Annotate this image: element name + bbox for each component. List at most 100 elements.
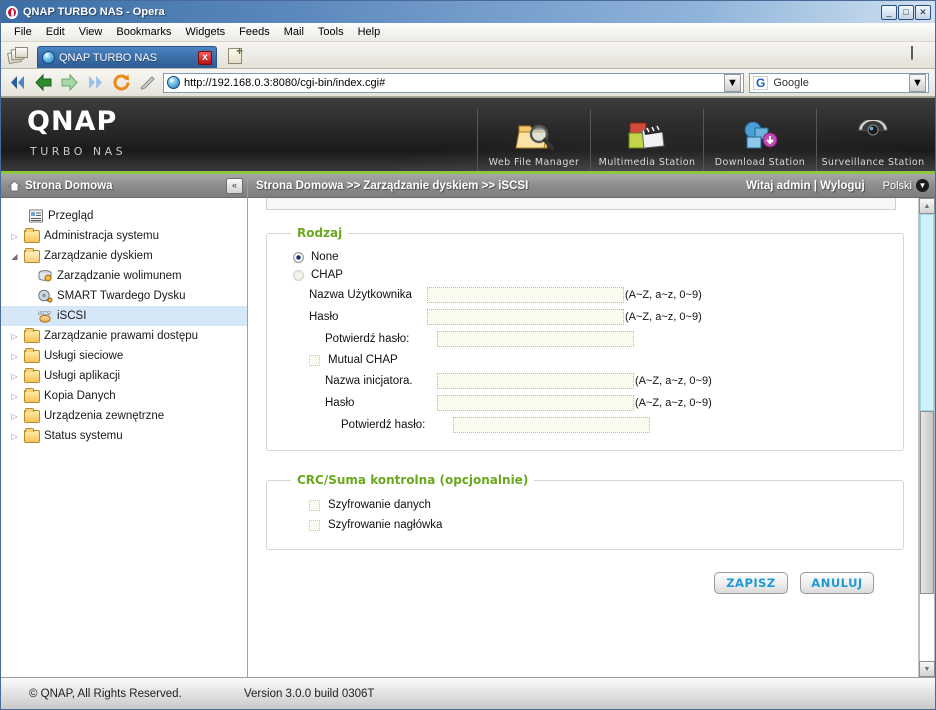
brand-tagline: TURBO NAS <box>30 145 127 158</box>
radio-option-none[interactable]: None <box>279 248 891 266</box>
folder-icon <box>24 367 40 383</box>
menu-item-widgets[interactable]: Widgets <box>178 24 232 40</box>
iscsi-icon: iSCSI <box>37 309 53 323</box>
data-digest-checkbox[interactable] <box>309 499 320 511</box>
trash-icon[interactable] <box>911 46 925 63</box>
chevron-right-icon[interactable]: ▷ <box>9 351 20 362</box>
tab-close-icon[interactable]: x <box>198 50 212 65</box>
menu-item-view[interactable]: View <box>72 24 110 40</box>
scroll-up-button[interactable]: ▲ <box>919 198 935 214</box>
qnap-banner: QNAP TURBO NAS Web File Manager Multimed… <box>1 98 935 174</box>
menu-item-bookmarks[interactable]: Bookmarks <box>109 24 178 40</box>
radio-none-icon[interactable] <box>293 251 304 263</box>
scrolled-above-section <box>266 198 896 210</box>
scrollbar-thumb[interactable] <box>920 410 934 594</box>
scroll-down-button[interactable]: ▼ <box>919 661 935 677</box>
address-dropdown-icon[interactable]: ▼ <box>724 73 741 92</box>
overview-icon <box>28 209 44 223</box>
sidebar-item-zarzadzanie-dyskiem[interactable]: ◢ Zarządzanie dyskiem <box>1 246 247 266</box>
new-tab-icon[interactable]: + <box>225 45 247 67</box>
radio-chap-icon[interactable] <box>293 269 304 281</box>
chevron-right-icon[interactable]: ▷ <box>9 371 20 382</box>
rewind-icon[interactable] <box>7 72 28 93</box>
browser-tab-qnap[interactable]: QNAP TURBO NAS x <box>37 46 217 68</box>
sidebar-item-zarzadzanie-prawami-dostepu[interactable]: ▷ Zarządzanie prawami dostępu <box>1 326 247 346</box>
app-web-file-manager[interactable]: Web File Manager <box>477 109 590 171</box>
page-favicon <box>167 76 180 89</box>
scrollbar-highlight <box>920 214 934 411</box>
menu-item-feeds[interactable]: Feeds <box>232 24 277 40</box>
search-dropdown-icon[interactable]: ▼ <box>909 73 926 92</box>
chevron-right-icon[interactable]: ▷ <box>9 231 20 242</box>
app-multimedia-station[interactable]: Multimedia Station <box>590 109 703 171</box>
password-input[interactable] <box>427 309 624 325</box>
menu-item-help[interactable]: Help <box>351 24 388 40</box>
sidebar-item-iscsi[interactable]: iSCSI iSCSI <box>1 306 247 326</box>
language-selector[interactable]: Polski ▼ <box>883 179 929 192</box>
sidebar-item-kopia-danych[interactable]: ▷ Kopia Danych <box>1 386 247 406</box>
minimize-button[interactable]: _ <box>881 4 897 20</box>
forward-icon[interactable] <box>59 72 80 93</box>
field-row-mutual-confirm-password: Potwierdź hasło: <box>279 414 891 436</box>
sidebar-item-przeglad[interactable]: Przegląd <box>1 206 247 226</box>
fast-forward-icon[interactable] <box>85 72 106 93</box>
menu-item-tools[interactable]: Tools <box>311 24 351 40</box>
mutual-chap-row[interactable]: Mutual CHAP <box>279 350 891 370</box>
qnap-logo: QNAP <box>27 106 118 137</box>
reload-icon[interactable] <box>111 72 132 93</box>
chevron-right-icon[interactable]: ▷ <box>9 411 20 422</box>
page-footer: © QNAP, All Rights Reserved. Version 3.0… <box>1 677 935 709</box>
search-field[interactable]: G Google ▼ <box>749 72 929 93</box>
header-digest-checkbox[interactable] <box>309 519 320 531</box>
chevron-right-icon[interactable]: ▷ <box>9 331 20 342</box>
initiator-name-input[interactable] <box>437 373 634 389</box>
save-button[interactable]: ZAPISZ <box>714 572 788 594</box>
crc-data-digest-row[interactable]: Szyfrowanie danych <box>279 495 891 515</box>
mutual-chap-checkbox[interactable] <box>309 354 320 366</box>
chevron-right-icon[interactable]: ▷ <box>9 391 20 402</box>
content-scrollbar[interactable]: ▲ ▼ <box>918 198 935 677</box>
opera-icon <box>5 5 19 19</box>
menu-item-edit[interactable]: Edit <box>39 24 72 40</box>
username-input[interactable] <box>427 287 624 303</box>
scrollbar-track[interactable] <box>919 214 935 661</box>
app-surveillance-station[interactable]: Surveillance Station <box>816 109 929 171</box>
cancel-button[interactable]: ANULUJ <box>800 572 874 594</box>
menubar: File Edit View Bookmarks Widgets Feeds M… <box>1 23 935 42</box>
chevron-right-icon[interactable]: ▷ <box>9 431 20 442</box>
radio-option-chap[interactable]: CHAP <box>279 266 891 284</box>
field-row-initiator-name: Nazwa inicjatora. (A~Z, a~z, 0~9) <box>279 370 891 392</box>
sidebar-item-uslugi-sieciowe[interactable]: ▷ Usługi sieciowe <box>1 346 247 366</box>
sidebar-item-urzadzenia-zewnetrzne[interactable]: ▷ Urządzenia zewnętrzne <box>1 406 247 426</box>
crc-header-digest-row[interactable]: Szyfrowanie nagłówka <box>279 515 891 535</box>
username-hint: (A~Z, a~z, 0~9) <box>625 289 702 301</box>
close-button[interactable]: ✕ <box>915 4 931 20</box>
sidebar-item-zarzadzanie-wolimunem[interactable]: Zarządzanie wolimunem <box>1 266 247 286</box>
sidebar-header: Strona Domowa « <box>1 174 247 198</box>
app-download-station[interactable]: Download Station <box>703 109 816 171</box>
window-titlebar: QNAP TURBO NAS - Opera _ □ ✕ <box>1 1 935 23</box>
welcome-logout[interactable]: Witaj admin | Wyloguj <box>746 180 865 192</box>
tab-stack-icon[interactable] <box>7 44 33 66</box>
sidebar-item-smart-twardego-dysku[interactable]: SMART Twardego Dysku <box>1 286 247 306</box>
address-bar-field[interactable]: http://192.168.0.3:8080/cgi-bin/index.cg… <box>163 72 744 93</box>
sidebar-item-status-systemu[interactable]: ▷ Status systemu <box>1 426 247 446</box>
sidebar-item-uslugi-aplikacji[interactable]: ▷ Usługi aplikacji <box>1 366 247 386</box>
breadcrumb: Strona Domowa >> Zarządzanie dyskiem >> … <box>256 179 529 192</box>
home-icon <box>7 179 22 192</box>
password-label: Hasło <box>309 311 339 323</box>
smart-disk-icon <box>37 289 53 303</box>
back-icon[interactable] <box>33 72 54 93</box>
mutual-confirm-password-input[interactable] <box>453 417 650 433</box>
menu-item-mail[interactable]: Mail <box>277 24 311 40</box>
sidebar-item-administracja-systemu[interactable]: ▷ Administracja systemu <box>1 226 247 246</box>
sidebar-item-label: Usługi sieciowe <box>44 350 124 362</box>
edit-pencil-icon[interactable] <box>137 72 158 93</box>
sidebar-item-label: SMART Twardego Dysku <box>57 290 186 302</box>
maximize-button[interactable]: □ <box>898 4 914 20</box>
confirm-password-input[interactable] <box>437 331 634 347</box>
mutual-password-input[interactable] <box>437 395 634 411</box>
menu-item-file[interactable]: File <box>7 24 39 40</box>
chevron-down-icon[interactable]: ◢ <box>9 251 20 262</box>
sidebar-collapse-button[interactable]: « <box>226 177 243 194</box>
